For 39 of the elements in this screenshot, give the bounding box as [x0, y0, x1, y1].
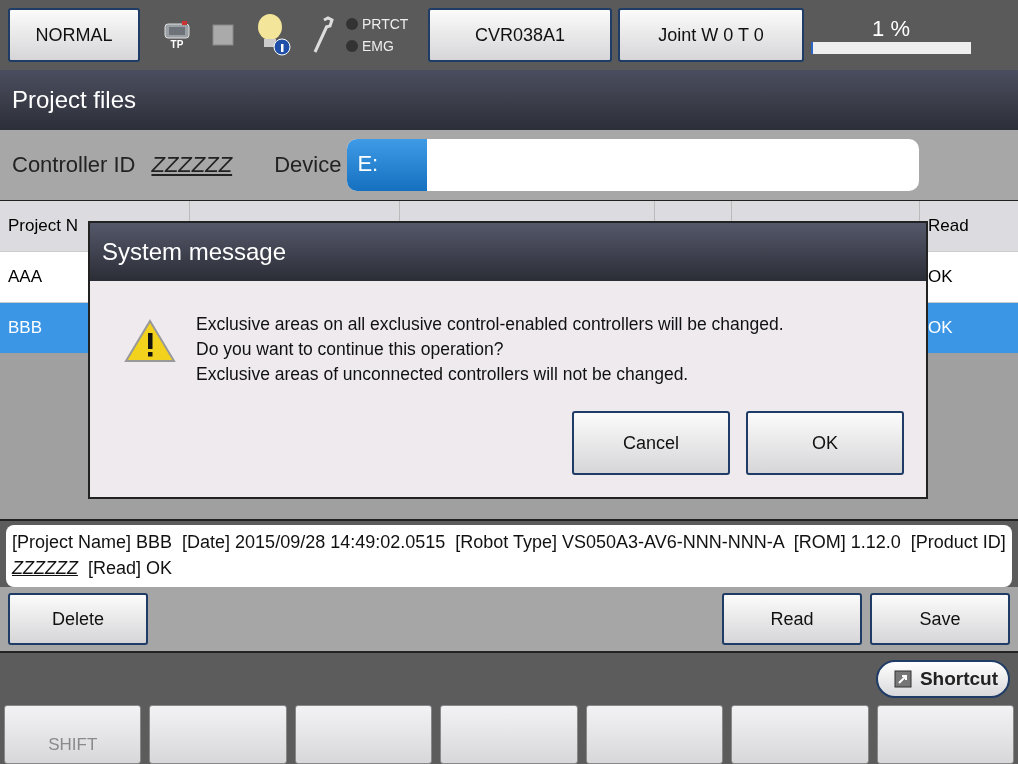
shortcut-button[interactable]: Shortcut [875, 660, 1010, 698]
lamp-label: EMG [362, 38, 394, 54]
dialog-title: System message [102, 238, 287, 266]
stop-icon [212, 24, 234, 46]
table-cell: OK [928, 267, 953, 287]
function-key[interactable] [440, 705, 578, 764]
action-button[interactable]: Save [870, 593, 1010, 645]
dialog-message: Exclusive areas on all exclusive control-enabled controllers will be changed. [196, 313, 784, 335]
mode-button[interactable]: NORMAL [8, 8, 140, 62]
action-button[interactable]: Delete [8, 593, 148, 645]
coordinate-button[interactable]: Joint W 0 T 0 [618, 8, 804, 62]
device-field[interactable]: E: [347, 139, 920, 191]
warning-icon [124, 319, 176, 363]
wrench-icon [312, 16, 334, 54]
lamp-label: PRTCT [362, 16, 409, 32]
dialog-message: Exclusive areas of unconnected controllers will not be changed. [196, 363, 690, 385]
function-key[interactable] [294, 705, 433, 764]
robot-button[interactable]: CVR038A1 [428, 8, 612, 62]
device-label: Device [274, 152, 342, 178]
controller-id-label: Controller ID [12, 152, 136, 178]
function-key[interactable] [585, 705, 724, 764]
pendant-icon [164, 20, 190, 39]
table-cell: OK [928, 318, 953, 338]
dialog-button[interactable]: Cancel [572, 411, 730, 475]
table-cell: BBB [8, 318, 43, 338]
speed-reading: 1 % [872, 16, 910, 42]
function-key[interactable] [149, 705, 287, 764]
function-key[interactable] [876, 705, 1014, 764]
action-button[interactable]: Read [722, 593, 862, 645]
table-cell: AAA [8, 267, 43, 287]
shortcut-icon [893, 670, 912, 688]
detail-text: [Project Name] BBB [Date] 2015/09/28 14:49:02.0515 [Robot Type] VS050A3-AV6-NNN-NNN-A [ROM] 1.12.0 [Product ID] ZZZZZZ [Read] OK [12, 532, 1007, 578]
tp-label: TP [170, 38, 184, 50]
drive-tab[interactable]: E: [347, 139, 428, 191]
function-key[interactable] [731, 705, 869, 764]
controller-id-value: ZZZZZZ [151, 152, 233, 178]
page-title: Project files [12, 86, 137, 114]
dialog-message: Do you want to continue this operation? [196, 338, 505, 360]
dialog-button[interactable]: OK [746, 411, 904, 475]
